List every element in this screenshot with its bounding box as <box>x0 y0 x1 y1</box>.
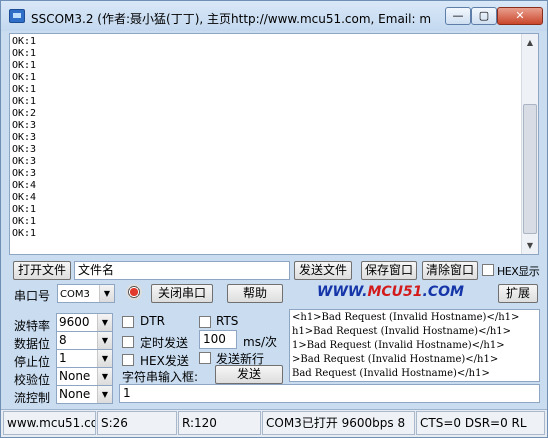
timed-send-checkbox[interactable] <box>122 336 134 348</box>
parity-value: None <box>59 369 91 383</box>
sscom-window: SSCOM3.2 (作者:聂小猛(丁丁), 主页http://www.mcu51… <box>0 0 548 438</box>
parity-label: 校验位 <box>14 373 51 387</box>
flow-control-label: 流控制 <box>14 391 51 405</box>
receive-line: OK:2 <box>12 108 37 119</box>
status-bar: www.mcu51.cor S:26 R:120 COM3已打开 9600bps… <box>1 409 547 437</box>
status-received-count: R:120 <box>178 411 261 435</box>
receive-line: OK:3 <box>12 132 37 143</box>
minimize-button[interactable]: — <box>445 7 471 25</box>
window-title: SSCOM3.2 (作者:聂小猛(丁丁), 主页http://www.mcu51… <box>31 12 431 26</box>
dropdown-arrow-icon: ▼ <box>99 285 114 302</box>
data-bits-select[interactable]: 8 ▼ <box>56 331 113 350</box>
receive-line: OK:1 <box>12 216 37 227</box>
send-area-line: <h1>Bad Request (Invalid Hostname)</h1> <box>292 312 520 323</box>
receive-line: OK:3 <box>12 156 37 167</box>
receive-line: OK:3 <box>12 168 37 179</box>
receive-line: OK:3 <box>12 144 37 155</box>
status-sent-count: S:26 <box>97 411 177 435</box>
receive-text: OK:1 OK:1 OK:1 OK:1 OK:1 OK:1 OK:2 OK:3 OK:3 OK:3… <box>12 36 36 240</box>
close-port-button[interactable]: 关闭串口 <box>151 284 213 303</box>
maximize-button[interactable]: ▢ <box>471 7 497 25</box>
send-newline-checkbox[interactable] <box>199 352 211 364</box>
save-window-button[interactable]: 保存窗口 <box>361 261 417 280</box>
send-area-line: 1>Bad Request (Invalid Hostname)</h1> <box>292 340 505 351</box>
scroll-down-icon[interactable]: ▼ <box>522 237 538 254</box>
rts-label: RTS <box>216 314 239 328</box>
timed-send-label: 定时发送 <box>140 336 189 350</box>
receive-line: OK:4 <box>12 180 37 191</box>
parity-select[interactable]: None ▼ <box>56 367 113 386</box>
receive-line: OK:1 <box>12 204 37 215</box>
dropdown-arrow-icon: ▼ <box>97 314 112 331</box>
receive-scrollbar[interactable]: ▲ ▼ <box>521 34 538 254</box>
status-line-signals: CTS=0 DSR=0 RL <box>416 411 545 435</box>
receive-line: OK:3 <box>12 120 37 131</box>
dropdown-arrow-icon: ▼ <box>97 368 112 385</box>
open-file-button[interactable]: 打开文件 <box>13 261 71 280</box>
receive-line: OK:1 <box>12 228 37 239</box>
send-file-button[interactable]: 发送文件 <box>294 261 352 280</box>
baud-select[interactable]: 9600 ▼ <box>56 313 113 332</box>
dtr-label: DTR <box>140 314 165 328</box>
stop-bits-label: 停止位 <box>14 355 51 369</box>
dropdown-arrow-icon: ▼ <box>97 332 112 349</box>
hex-send-checkbox[interactable] <box>122 354 134 366</box>
clear-window-button[interactable]: 清除窗口 <box>422 261 478 280</box>
port-value: COM3 <box>60 289 90 300</box>
flow-control-select[interactable]: None ▼ <box>56 385 113 404</box>
port-status-led-icon <box>126 284 142 300</box>
stop-bits-value: 1 <box>59 351 67 365</box>
filename-input[interactable]: 文件名 <box>74 261 290 280</box>
receive-area[interactable]: OK:1 OK:1 OK:1 OK:1 OK:1 OK:1 OK:2 OK:3 OK:3 OK:3… <box>9 33 539 255</box>
baud-label: 波特率 <box>14 319 51 333</box>
receive-line: OK:1 <box>12 36 37 47</box>
send-area-line: h1>Bad Request (Invalid Hostname)</h1> <box>292 326 512 337</box>
string-input-label: 字符串输入框: <box>122 370 199 384</box>
receive-line: OK:1 <box>12 72 37 83</box>
receive-line: OK:1 <box>12 84 37 95</box>
send-text-area[interactable]: <h1>Bad Request (Invalid Hostname)</h1> h… <box>289 309 540 382</box>
flow-control-value: None <box>59 387 91 401</box>
dropdown-arrow-icon: ▼ <box>97 350 112 367</box>
receive-line: OK:1 <box>12 48 37 59</box>
send-area-line: Bad Request (Invalid Hostname)</h1> <box>292 368 490 379</box>
receive-line: OK:4 <box>12 192 37 203</box>
title-bar[interactable]: SSCOM3.2 (作者:聂小猛(丁丁), 主页http://www.mcu51… <box>1 1 547 31</box>
close-button[interactable]: ✕ <box>497 7 543 25</box>
port-select[interactable]: COM3 ▼ <box>57 284 115 303</box>
dropdown-arrow-icon: ▼ <box>97 386 112 403</box>
data-bits-label: 数据位 <box>14 337 51 351</box>
brand-logo: WWW.MCU51.COM <box>317 284 464 300</box>
hex-display-checkbox[interactable] <box>482 264 494 276</box>
stop-bits-select[interactable]: 1 ▼ <box>56 349 113 368</box>
status-site: www.mcu51.cor <box>3 411 96 435</box>
rts-checkbox[interactable] <box>199 316 211 328</box>
baud-value: 9600 <box>59 315 90 329</box>
send-area-line: >Bad Request (Invalid Hostname)</h1> <box>292 354 499 365</box>
receive-line: OK:1 <box>12 60 37 71</box>
scroll-up-icon[interactable]: ▲ <box>522 34 538 51</box>
scroll-thumb[interactable] <box>523 104 537 234</box>
data-bits-value: 8 <box>59 333 67 347</box>
hex-display-label: HEX显示 <box>497 265 540 278</box>
status-port-state: COM3已打开 9600bps 8 <box>262 411 415 435</box>
interval-input[interactable]: 100 <box>199 330 237 349</box>
expand-button[interactable]: 扩展 <box>498 284 538 303</box>
receive-line: OK:1 <box>12 96 37 107</box>
send-button[interactable]: 发送 <box>215 365 283 384</box>
interval-unit: ms/次 <box>243 335 277 349</box>
port-label: 串口号 <box>14 289 51 303</box>
hex-send-label: HEX发送 <box>140 354 189 368</box>
dtr-checkbox[interactable] <box>122 316 134 328</box>
send-input[interactable]: 1 <box>119 384 540 403</box>
help-button[interactable]: 帮助 <box>227 284 283 303</box>
app-icon <box>9 9 25 23</box>
